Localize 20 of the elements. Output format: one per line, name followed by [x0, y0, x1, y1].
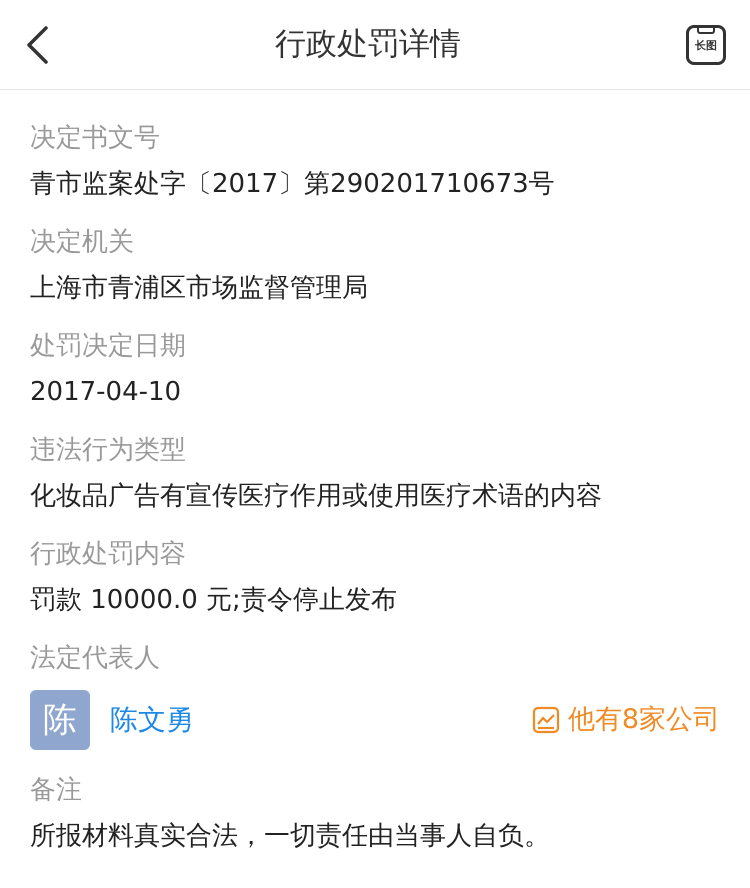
avatar: 陈 — [30, 690, 90, 750]
field-label: 处罚决定日期 — [30, 330, 187, 363]
field-label: 行政处罚内容 — [30, 538, 187, 571]
field-value: 上海市青浦区市场监督管理局 — [30, 272, 369, 305]
field-value: 所报材料真实合法，一切责任由当事人自负。 — [30, 820, 551, 853]
chart-icon — [532, 706, 560, 734]
field-value: 化妆品广告有宣传医疗作用或使用医疗术语的内容 — [30, 480, 603, 513]
back-icon[interactable] — [24, 24, 50, 64]
field-label: 备注 — [30, 774, 83, 807]
page-title: 行政处罚详情 — [275, 25, 461, 64]
field-label: 决定书文号 — [30, 122, 161, 155]
field-value: 罚款 10000.0 元;责令停止发布 — [30, 584, 398, 617]
companies-link[interactable]: 他有8家公司 — [568, 700, 720, 740]
long-image-button[interactable]: 长图 — [686, 24, 726, 64]
field-value: 青市监案处字〔2017〕第290201710673号 — [30, 168, 556, 201]
field-label: 决定机关 — [30, 226, 135, 259]
field-label: 法定代表人 — [30, 642, 161, 675]
field-label: 违法行为类型 — [30, 434, 187, 467]
person-name-link[interactable]: 陈文勇 — [110, 699, 194, 741]
field-value: 2017-04-10 — [30, 376, 182, 409]
